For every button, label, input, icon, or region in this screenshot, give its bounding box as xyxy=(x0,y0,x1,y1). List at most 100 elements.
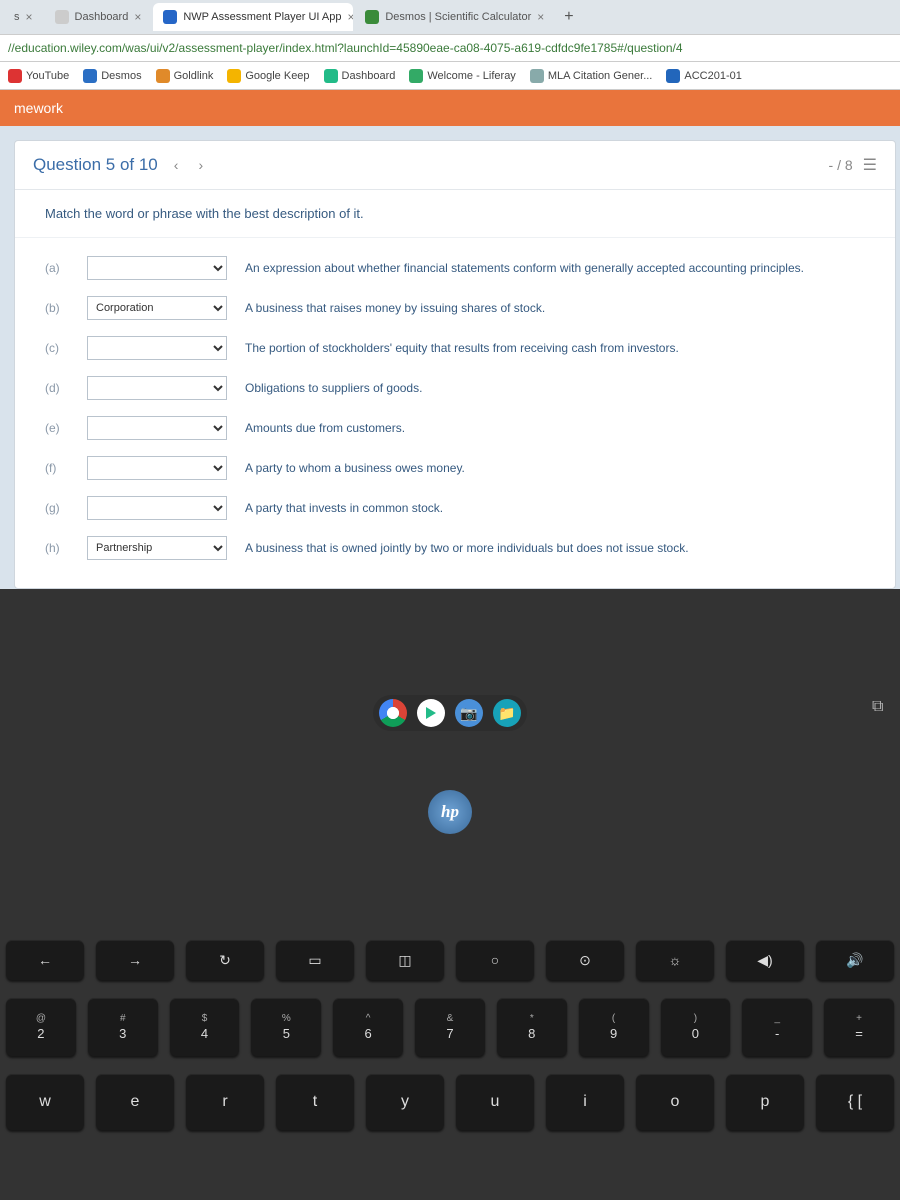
keep-icon xyxy=(227,69,241,83)
close-icon[interactable]: × xyxy=(348,10,354,24)
hp-logo: hp xyxy=(428,790,472,834)
match-select-5[interactable] xyxy=(87,456,227,480)
match-row-g: (g) A party that invests in common stock. xyxy=(45,488,865,528)
bookmark-mla[interactable]: MLA Citation Gener... xyxy=(530,69,653,83)
letter-key-{[interactable]: { [ xyxy=(816,1074,894,1130)
liferay-icon xyxy=(409,69,423,83)
shelf-dock: 📷 📁 xyxy=(373,695,527,731)
tab-label: NWP Assessment Player UI App xyxy=(183,11,341,23)
bookmark-google-keep[interactable]: Google Keep xyxy=(227,69,309,83)
letter-key-w[interactable]: w xyxy=(6,1074,84,1130)
play-store-icon[interactable] xyxy=(417,699,445,727)
num-key-7[interactable]: &7 xyxy=(415,998,485,1056)
row-description: A party to whom a business owes money. xyxy=(245,460,865,477)
letter-key-e[interactable]: e xyxy=(96,1074,174,1130)
favicon-icon xyxy=(55,10,69,24)
match-row-b: (b)CorporationA business that raises mon… xyxy=(45,288,865,328)
fn-key-3[interactable]: ▭ xyxy=(276,940,354,980)
letter-key-p[interactable]: p xyxy=(726,1074,804,1130)
close-icon[interactable]: × xyxy=(26,10,33,24)
match-select-6[interactable] xyxy=(87,496,227,520)
num-key-4[interactable]: $4 xyxy=(170,998,240,1056)
files-app-icon[interactable]: 📁 xyxy=(493,699,521,727)
fn-key-0[interactable]: ← xyxy=(6,940,84,980)
match-select-2[interactable] xyxy=(87,336,227,360)
mla-icon xyxy=(530,69,544,83)
row-description: Obligations to suppliers of goods. xyxy=(245,380,865,397)
row-description: A business that raises money by issuing … xyxy=(245,300,865,317)
row-label: (c) xyxy=(45,341,69,355)
content-area: Question 5 of 10 ‹ › - / 8 ☰ Match the w… xyxy=(0,126,900,589)
row-label: (g) xyxy=(45,501,69,515)
close-icon[interactable]: × xyxy=(134,10,141,24)
url-bar[interactable]: //education.wiley.com/was/ui/v2/assessme… xyxy=(0,34,900,62)
letter-key-t[interactable]: t xyxy=(276,1074,354,1130)
score-display: - / 8 xyxy=(829,157,853,173)
match-row-c: (c)The portion of stockholders' equity t… xyxy=(45,328,865,368)
chrome-app-icon[interactable] xyxy=(379,699,407,727)
num-key-0[interactable]: )0 xyxy=(661,998,731,1056)
row-label: (a) xyxy=(45,261,69,275)
num-key-2[interactable]: @2 xyxy=(6,998,76,1056)
question-prompt: Match the word or phrase with the best d… xyxy=(15,190,895,238)
fn-key-9[interactable]: 🔊 xyxy=(816,940,894,980)
goldlink-icon xyxy=(156,69,170,83)
match-select-0[interactable] xyxy=(87,256,227,280)
num-key-3[interactable]: #3 xyxy=(88,998,158,1056)
letter-key-y[interactable]: y xyxy=(366,1074,444,1130)
match-row-a: (a) An expression about whether financial… xyxy=(45,248,865,288)
letter-key-o[interactable]: o xyxy=(636,1074,714,1130)
fn-key-2[interactable]: ↻ xyxy=(186,940,264,980)
num-key-6[interactable]: ^6 xyxy=(333,998,403,1056)
close-icon[interactable]: × xyxy=(537,10,544,24)
tab-1[interactable]: Dashboard × xyxy=(45,3,152,31)
row-description: A party that invests in common stock. xyxy=(245,500,865,517)
bookmark-acc[interactable]: ACC201-01 xyxy=(666,69,741,83)
bookmark-liferay[interactable]: Welcome - Liferay xyxy=(409,69,515,83)
new-tab-button[interactable]: + xyxy=(556,8,581,26)
match-select-1[interactable]: Corporation xyxy=(87,296,227,320)
fn-key-5[interactable]: ○ xyxy=(456,940,534,980)
favicon-icon xyxy=(365,10,379,24)
letter-key-i[interactable]: i xyxy=(546,1074,624,1130)
row-label: (e) xyxy=(45,421,69,435)
browser-chrome: s × Dashboard × NWP Assessment Player UI… xyxy=(0,0,900,90)
tab-label: Desmos | Scientific Calculator xyxy=(385,11,531,23)
next-question-button[interactable]: › xyxy=(194,157,207,173)
num-key--[interactable]: _- xyxy=(742,998,812,1056)
match-select-3[interactable] xyxy=(87,376,227,400)
letter-key-r[interactable]: r xyxy=(186,1074,264,1130)
bookmark-desmos[interactable]: Desmos xyxy=(83,69,141,83)
match-rows: (a) An expression about whether financial… xyxy=(15,238,895,588)
camera-app-icon[interactable]: 📷 xyxy=(455,699,483,727)
num-key-5[interactable]: %5 xyxy=(251,998,321,1056)
clipboard-icon[interactable]: ⧉ xyxy=(872,698,894,720)
question-card: Question 5 of 10 ‹ › - / 8 ☰ Match the w… xyxy=(14,140,896,589)
prev-question-button[interactable]: ‹ xyxy=(170,157,183,173)
num-key-=[interactable]: += xyxy=(824,998,894,1056)
match-select-4[interactable] xyxy=(87,416,227,440)
tab-0[interactable]: s × xyxy=(4,3,43,31)
match-select-7[interactable]: Partnership xyxy=(87,536,227,560)
num-key-8[interactable]: *8 xyxy=(497,998,567,1056)
row-description: An expression about whether financial st… xyxy=(245,260,865,277)
fn-key-7[interactable]: ☼ xyxy=(636,940,714,980)
bookmark-dashboard[interactable]: Dashboard xyxy=(324,69,396,83)
question-list-icon[interactable]: ☰ xyxy=(863,155,877,175)
page-header-bar: mework xyxy=(0,90,900,126)
bookmark-youtube[interactable]: YouTube xyxy=(8,69,69,83)
bookmark-bar: YouTube Desmos Goldlink Google Keep Dash… xyxy=(0,62,900,90)
tab-2-active[interactable]: NWP Assessment Player UI App × xyxy=(153,3,353,31)
fn-key-8[interactable]: ◀) xyxy=(726,940,804,980)
letter-key-u[interactable]: u xyxy=(456,1074,534,1130)
fn-key-1[interactable]: → xyxy=(96,940,174,980)
match-row-e: (e)Amounts due from customers. xyxy=(45,408,865,448)
bookmark-goldlink[interactable]: Goldlink xyxy=(156,69,214,83)
tab-strip: s × Dashboard × NWP Assessment Player UI… xyxy=(0,0,900,34)
num-key-9[interactable]: (9 xyxy=(579,998,649,1056)
fn-key-6[interactable]: ⊙ xyxy=(546,940,624,980)
desmos-icon xyxy=(83,69,97,83)
tab-3[interactable]: Desmos | Scientific Calculator × xyxy=(355,3,554,31)
keyboard: ← → ↻ ▭ ◫ ○ ⊙ ☼ ◀) 🔊 @2#3$4%5^6&7*8(9)0_-+= werty… xyxy=(0,940,900,1130)
fn-key-4[interactable]: ◫ xyxy=(366,940,444,980)
